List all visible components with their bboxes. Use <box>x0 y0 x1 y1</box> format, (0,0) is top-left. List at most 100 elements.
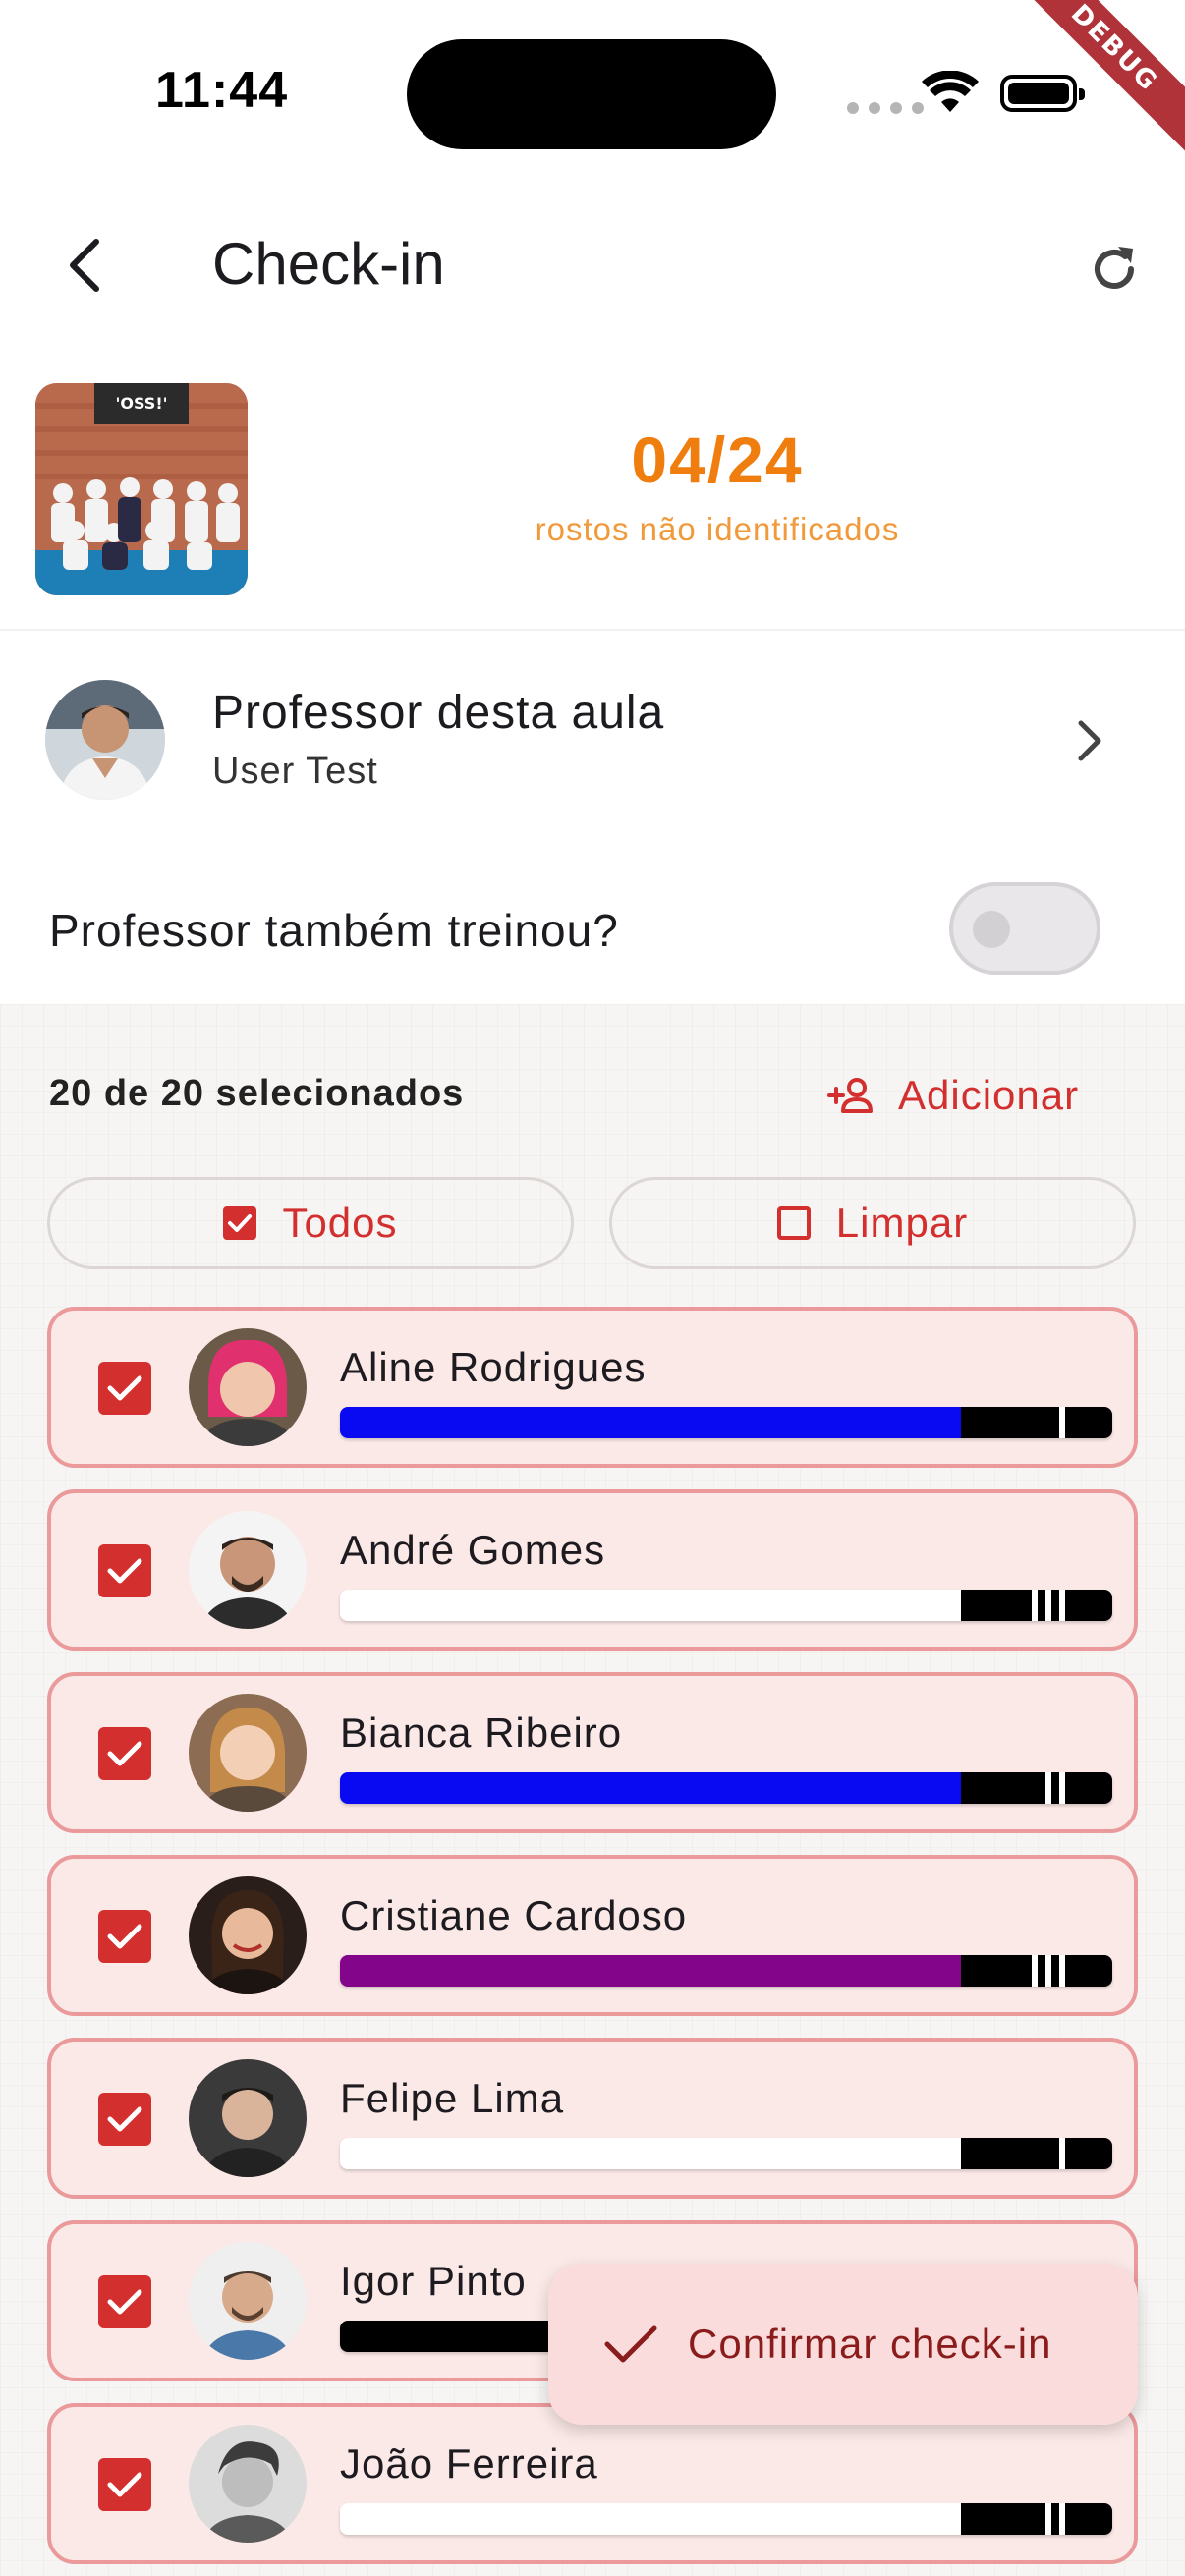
student-belt <box>340 1955 1112 1987</box>
student-row[interactable]: Bianca Ribeiro <box>47 1672 1138 1833</box>
belt-stripe <box>1032 1955 1038 1987</box>
belt-stripe <box>1059 2503 1065 2535</box>
student-checkbox[interactable] <box>98 1362 151 1415</box>
clear-selection-label: Limpar <box>835 1200 969 1246</box>
counter-value: 04/24 <box>631 423 804 496</box>
counter-label: rostos não identificados <box>535 511 900 547</box>
status-time: 11:44 <box>155 62 289 119</box>
belt-stripe <box>1059 1590 1065 1621</box>
student-name: Bianca Ribeiro <box>340 1709 623 1756</box>
professor-title: Professor desta aula <box>212 687 665 739</box>
confirm-checkin-label: Confirmar check-in <box>688 2321 1052 2367</box>
confirm-checkin-button[interactable]: Confirmar check-in <box>548 2264 1138 2425</box>
belt-stripe <box>1032 1590 1038 1621</box>
student-belt <box>340 1407 1112 1438</box>
student-row[interactable]: Aline Rodrigues <box>47 1307 1138 1468</box>
student-avatar <box>189 1511 307 1629</box>
belt-color <box>340 1955 961 1987</box>
wifi-icon <box>922 71 979 112</box>
belt-tip <box>961 1407 1112 1438</box>
student-avatar <box>189 1876 307 1994</box>
belt-color <box>340 2138 961 2169</box>
student-belt <box>340 1772 1112 1804</box>
student-avatar <box>189 2242 307 2360</box>
checkmark-icon <box>107 1375 142 1401</box>
checkmark-icon <box>107 1924 142 1949</box>
app-bar: Check-in <box>0 206 1185 324</box>
student-row[interactable]: Felipe Lima <box>47 2038 1138 2199</box>
refresh-button[interactable] <box>1077 232 1152 307</box>
student-avatar <box>189 1328 307 1446</box>
student-name: Aline Rodrigues <box>340 1344 647 1390</box>
student-name: Cristiane Cardoso <box>340 1892 688 1938</box>
student-checkbox[interactable] <box>98 1544 151 1597</box>
professor-trained-label: Professor também treinou? <box>49 905 619 956</box>
student-checkbox[interactable] <box>98 2275 151 2328</box>
status-bar: 11:44 <box>0 0 1185 187</box>
check-icon <box>604 2325 657 2363</box>
student-avatar <box>189 2425 307 2543</box>
belt-color <box>340 1772 961 1804</box>
belt-stripe <box>1045 1590 1051 1621</box>
page-title: Check-in <box>212 231 445 297</box>
class-photo-image: 'OSS!' <box>35 383 248 595</box>
student-name: Igor Pinto <box>340 2258 527 2304</box>
student-row[interactable]: João Ferreira <box>47 2403 1138 2564</box>
student-avatar <box>189 2059 307 2177</box>
belt-stripe <box>1045 1772 1051 1804</box>
student-avatar <box>189 1694 307 1812</box>
belt-stripe <box>1059 1772 1065 1804</box>
belt-color <box>340 1407 961 1438</box>
divider <box>0 629 1185 631</box>
person-add-icon <box>827 1078 873 1113</box>
belt-color <box>340 1590 961 1621</box>
student-belt <box>340 1590 1112 1621</box>
belt-stripe <box>1059 2138 1065 2169</box>
belt-tip <box>961 1772 1112 1804</box>
unidentified-faces-counter: 04/24 rostos não identificados <box>423 422 1012 548</box>
refresh-icon <box>1095 247 1134 289</box>
student-checkbox[interactable] <box>98 2458 151 2511</box>
belt-stripe <box>1059 1955 1065 1987</box>
selection-count: 20 de 20 selecionados <box>49 1073 465 1114</box>
belt-tip <box>961 1955 1112 1987</box>
checkmark-icon <box>107 2289 142 2315</box>
belt-stripe <box>1059 1407 1065 1438</box>
professor-name: User Test <box>212 751 378 792</box>
belt-tip <box>961 2138 1112 2169</box>
chevron-right-icon <box>1078 720 1101 761</box>
belt-color <box>340 2503 961 2535</box>
professor-row[interactable]: Professor desta aula User Test <box>0 648 1185 825</box>
dynamic-island <box>407 39 776 149</box>
student-checkbox[interactable] <box>98 1910 151 1963</box>
class-photo[interactable]: 'OSS!' <box>35 383 248 595</box>
checkmark-icon <box>107 2472 142 2497</box>
belt-stripe <box>1045 2503 1051 2535</box>
add-student-button[interactable]: Adicionar <box>827 1061 1079 1130</box>
checkin-screen: 11:44 DEBUG Check-in 'OSS!' 04/24 rostos… <box>0 0 1185 2576</box>
student-checkbox[interactable] <box>98 1727 151 1780</box>
toggle-knob <box>973 911 1010 948</box>
add-student-label: Adicionar <box>898 1072 1080 1118</box>
checkbox-empty-icon <box>776 1206 811 1240</box>
select-all-label: Todos <box>282 1200 398 1246</box>
checkbox-checked-icon <box>223 1206 257 1240</box>
clear-selection-button[interactable]: Limpar <box>609 1177 1136 1269</box>
student-row[interactable]: Cristiane Cardoso <box>47 1855 1138 2016</box>
student-name: João Ferreira <box>340 2440 598 2487</box>
student-checkbox[interactable] <box>98 2093 151 2146</box>
belt-tip <box>961 1590 1112 1621</box>
student-name: Felipe Lima <box>340 2075 565 2121</box>
checkmark-icon <box>107 1741 142 1766</box>
select-all-button[interactable]: Todos <box>47 1177 574 1269</box>
back-button[interactable] <box>45 226 124 305</box>
student-belt <box>340 2503 1112 2535</box>
professor-trained-toggle[interactable] <box>949 882 1100 975</box>
belt-stripe <box>1045 1955 1051 1987</box>
photo-banner-text: 'OSS!' <box>115 394 167 413</box>
chevron-left-icon <box>70 239 99 292</box>
student-row[interactable]: André Gomes <box>47 1489 1138 1651</box>
belt-tip <box>961 2503 1112 2535</box>
checkmark-icon <box>107 2106 142 2132</box>
professor-avatar <box>45 680 165 800</box>
